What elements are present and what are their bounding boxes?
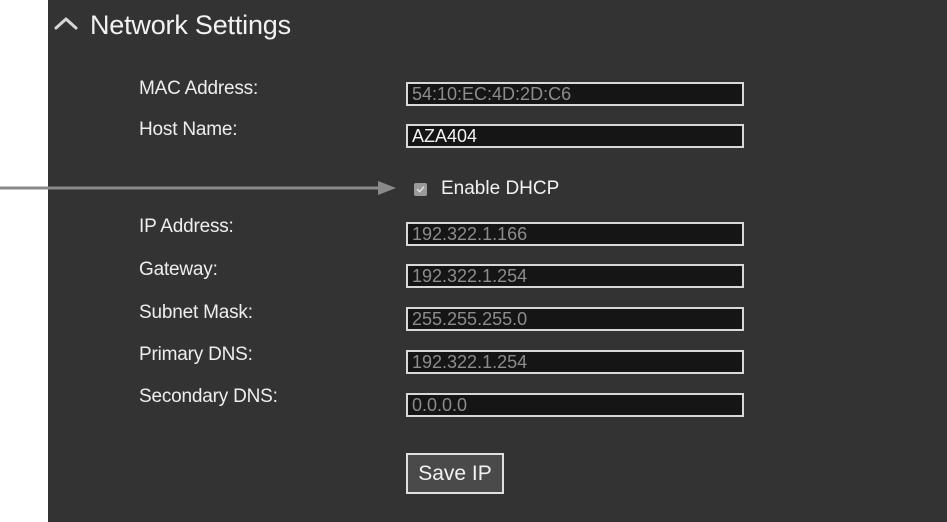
subnet-mask-field[interactable] [406,307,744,331]
section-title: Network Settings [90,10,291,40]
network-settings-panel: Network Settings MAC Address: Host Name:… [48,0,947,522]
secondary-dns-label: Secondary DNS: [139,386,278,407]
gateway-label: Gateway: [139,259,218,280]
gateway-field[interactable] [406,264,744,288]
ip-address-field[interactable] [406,222,744,246]
primary-dns-field[interactable] [406,350,744,374]
host-name-field[interactable] [406,124,744,148]
subnet-mask-label: Subnet Mask: [139,302,253,323]
enable-dhcp-checkbox[interactable] [414,182,427,196]
primary-dns-label: Primary DNS: [139,344,253,365]
host-name-label: Host Name: [139,119,238,140]
checkmark-icon [416,186,425,193]
mac-address-field[interactable] [406,82,744,106]
save-ip-button[interactable]: Save IP [406,453,504,494]
enable-dhcp-option[interactable]: Enable DHCP [414,178,559,200]
enable-dhcp-label: Enable DHCP [441,178,560,199]
secondary-dns-field[interactable] [406,393,744,417]
ip-address-label: IP Address: [139,216,234,237]
callout-arrow [0,181,396,195]
chevron-up-icon[interactable] [54,16,78,30]
mac-address-label: MAC Address: [139,78,259,99]
